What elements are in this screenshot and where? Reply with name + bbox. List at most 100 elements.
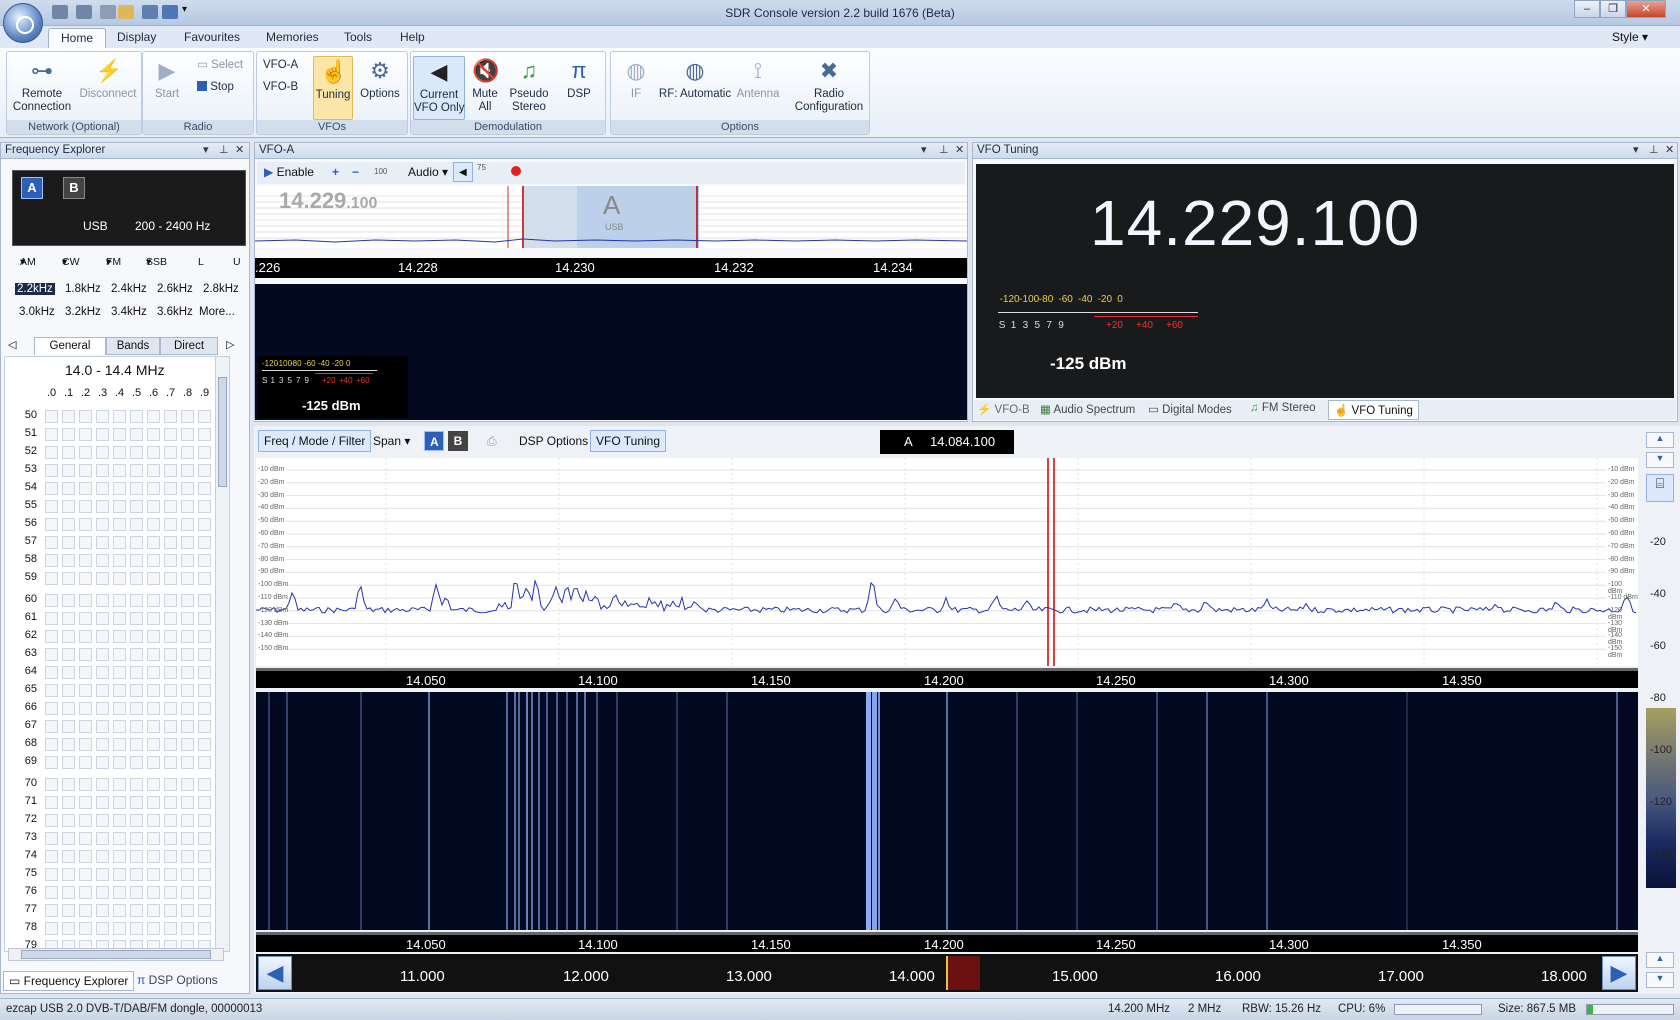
grid-cell[interactable] (113, 630, 126, 643)
grid-cell[interactable] (164, 684, 177, 697)
grid-cell[interactable] (164, 446, 177, 459)
panel-menu-icon[interactable]: ▾ (921, 143, 927, 158)
tab-vfo-b[interactable]: ⚡ VFO-B (977, 402, 1030, 416)
grid-cell[interactable] (96, 630, 109, 643)
spectrum-vfo-b-button[interactable]: B (448, 431, 468, 451)
grid-cell[interactable] (130, 904, 143, 917)
restore-button[interactable]: ❐ (1600, 0, 1626, 18)
grid-cell[interactable] (113, 594, 126, 607)
tab-tools[interactable]: Tools (332, 28, 384, 48)
grid-cell[interactable] (96, 482, 109, 495)
grid-cell[interactable] (62, 482, 75, 495)
grid-cell[interactable] (45, 594, 58, 607)
grid-cell[interactable] (198, 446, 211, 459)
grid-cell[interactable] (79, 850, 92, 863)
grid-cell[interactable] (62, 720, 75, 733)
grid-cell[interactable] (130, 702, 143, 715)
close-button[interactable]: ✕ (1626, 0, 1666, 18)
grid-cell[interactable] (79, 738, 92, 751)
grid-cell[interactable] (198, 554, 211, 567)
grid-cell[interactable] (164, 482, 177, 495)
grid-cell[interactable] (147, 428, 160, 441)
grid-cell[interactable] (181, 684, 194, 697)
grid-cell[interactable] (198, 464, 211, 477)
tab-fm-stereo[interactable]: ♫ FM Stereo (1250, 402, 1316, 414)
grid-cell[interactable] (113, 886, 126, 899)
grid-cell[interactable] (113, 482, 126, 495)
vfo-b-toggle[interactable]: B (63, 177, 85, 199)
dsp-button[interactable]: π DSP (559, 56, 599, 101)
grid-cell[interactable] (96, 868, 109, 881)
grid-cell[interactable] (45, 410, 58, 423)
grid-cell[interactable] (96, 738, 109, 751)
grid-cell[interactable] (181, 922, 194, 935)
grid-cell[interactable] (130, 778, 143, 791)
grid-cell[interactable] (181, 832, 194, 845)
grid-cell[interactable] (79, 518, 92, 531)
grid-cell[interactable] (45, 684, 58, 697)
grid-cell[interactable] (96, 410, 109, 423)
bw-1-8khz[interactable]: 1.8kHz (65, 283, 101, 295)
tab-direct[interactable]: Direct (160, 337, 218, 355)
record-icon[interactable] (511, 166, 521, 176)
grid-cell[interactable] (130, 796, 143, 809)
grid-cell[interactable] (113, 832, 126, 845)
panel-menu-icon[interactable]: ▾ (1633, 143, 1639, 158)
grid-cell[interactable] (62, 702, 75, 715)
grid-cell[interactable] (62, 684, 75, 697)
grid-cell[interactable] (45, 554, 58, 567)
grid-cell[interactable] (130, 630, 143, 643)
audio-dropdown[interactable]: Audio ▾ (403, 162, 453, 184)
select-button[interactable]: ▭ Select (193, 56, 247, 74)
grid-cell[interactable] (62, 756, 75, 769)
grid-cell[interactable] (147, 500, 160, 513)
grid-cell[interactable] (113, 500, 126, 513)
bw-more[interactable]: More... (199, 306, 235, 318)
step-value[interactable]: 100 (369, 162, 392, 184)
grid-cell[interactable] (96, 720, 109, 733)
grid-cell[interactable] (96, 612, 109, 625)
grid-cell[interactable] (181, 630, 194, 643)
grid-cell[interactable] (147, 832, 160, 845)
tab-favourites[interactable]: Favourites (172, 28, 252, 48)
print-icon[interactable]: ⎙ (482, 431, 502, 453)
pin-icon[interactable]: ⊥ (1649, 143, 1659, 158)
grid-cell[interactable] (130, 814, 143, 827)
grid-cell[interactable] (113, 612, 126, 625)
grid-cell[interactable] (96, 756, 109, 769)
grid-cell[interactable] (45, 482, 58, 495)
grid-cell[interactable] (113, 648, 126, 661)
pin-icon[interactable]: ⊥ (219, 143, 229, 158)
grid-cell[interactable] (147, 778, 160, 791)
scale-mode-button[interactable]: ⌸ (1646, 474, 1674, 502)
tab-bands[interactable]: Bands (106, 337, 160, 355)
grid-cell[interactable] (45, 648, 58, 661)
tab-vfo-tuning[interactable]: ☝ VFO Tuning (1328, 400, 1419, 420)
grid-cell[interactable] (113, 756, 126, 769)
grid-cell[interactable] (130, 446, 143, 459)
grid-cell[interactable] (164, 756, 177, 769)
grid-cell[interactable] (164, 666, 177, 679)
grid-cell[interactable] (147, 720, 160, 733)
grid-cell[interactable] (147, 410, 160, 423)
grid-cell[interactable] (198, 648, 211, 661)
grid-cell[interactable] (198, 500, 211, 513)
grid-cell[interactable] (113, 464, 126, 477)
grid-cell[interactable] (164, 922, 177, 935)
grid-cell[interactable] (130, 666, 143, 679)
grid-cell[interactable] (147, 756, 160, 769)
grid-cell[interactable] (198, 594, 211, 607)
vfo-a-spectrum[interactable]: 14.229.100 A USB (255, 186, 967, 248)
grid-cell[interactable] (62, 868, 75, 881)
grid-cell[interactable] (147, 904, 160, 917)
grid-cell[interactable] (130, 738, 143, 751)
grid-cell[interactable] (130, 868, 143, 881)
overview-bar[interactable]: ◀ ▶ 11.000 12.000 13.000 14.000 15.000 1… (256, 954, 1638, 992)
grid-cell[interactable] (113, 850, 126, 863)
options-button[interactable]: ⚙ Options (357, 56, 403, 101)
grid-cell[interactable] (62, 594, 75, 607)
antenna-button[interactable]: ⟟ Antenna (733, 56, 783, 101)
grid-cell[interactable] (79, 702, 92, 715)
grid-cell[interactable] (62, 410, 75, 423)
grid-cell[interactable] (79, 572, 92, 585)
